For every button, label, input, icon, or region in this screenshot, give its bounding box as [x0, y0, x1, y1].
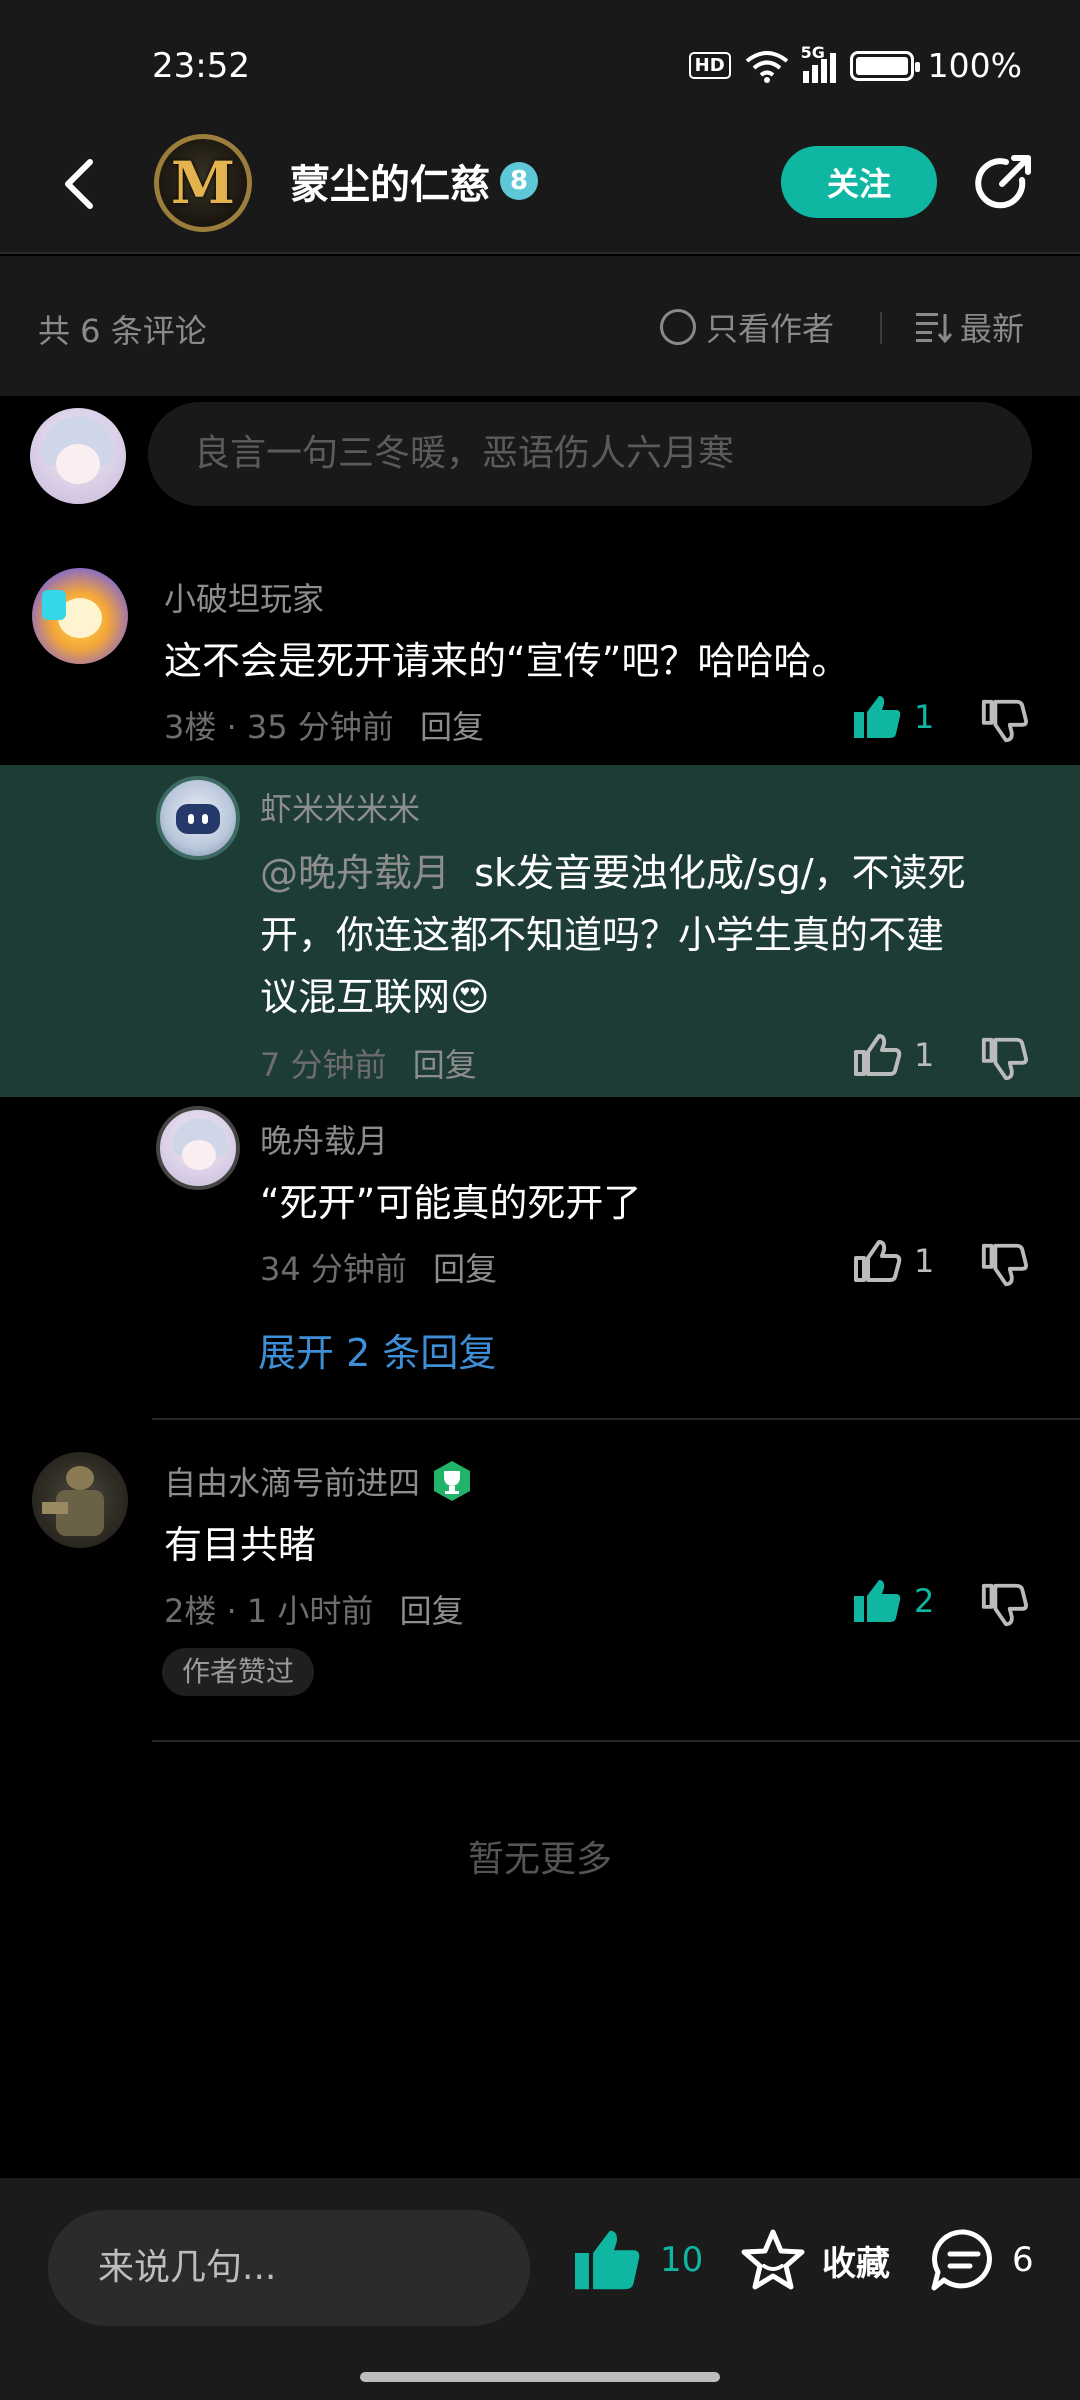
comment-text: 这不会是死开请来的“宣传”吧？哈哈哈。	[164, 639, 850, 683]
expand-replies-link[interactable]: 展开 2 条回复	[258, 1322, 496, 1377]
mention-link[interactable]: @晚舟载月	[260, 851, 450, 895]
reply-button[interactable]: 回复	[433, 1250, 497, 1288]
radio-icon	[660, 309, 696, 345]
commenter-avatar[interactable]	[32, 1452, 128, 1548]
battery-icon	[849, 50, 920, 81]
trophy-badge-icon	[434, 1461, 471, 1501]
follow-button[interactable]: 关注	[781, 146, 937, 218]
level-badge: 8	[500, 162, 538, 200]
author-avatar[interactable]: M	[154, 134, 252, 232]
reply-button[interactable]: 回复	[413, 1046, 477, 1084]
like-button[interactable]: 1	[852, 1032, 934, 1078]
favorite-button[interactable]: 收藏	[740, 2228, 890, 2292]
only-author-label: 只看作者	[706, 310, 835, 348]
commenter-avatar[interactable]	[32, 568, 128, 664]
like-count: 1	[914, 1242, 935, 1280]
like-count: 1	[914, 1036, 935, 1074]
emoji: 😍	[450, 975, 490, 1019]
post-like-count: 10	[660, 2240, 704, 2280]
thumbs-up-icon	[575, 2230, 640, 2290]
like-count: 1	[914, 698, 935, 736]
sort-label: 最新	[960, 310, 1025, 348]
floor-number: 3楼	[164, 708, 217, 746]
hd-icon: HD	[688, 52, 731, 79]
back-arrow-icon[interactable]	[52, 154, 112, 214]
like-button[interactable]: 2	[852, 1578, 934, 1624]
thumbs-up-icon	[854, 1034, 902, 1076]
no-more-text: 暂无更多	[467, 1839, 612, 1880]
share-icon[interactable]	[970, 150, 1036, 216]
comment-divider	[152, 1740, 1080, 1742]
comment-time: 35 分钟前	[246, 708, 394, 746]
thumbs-down-icon[interactable]	[980, 1240, 1028, 1288]
battery-level: 100%	[927, 46, 1022, 85]
like-count: 2	[914, 1582, 935, 1620]
status-bar: 23:52 HD 5G 100%	[0, 0, 1080, 130]
signal-icon: 5G	[801, 43, 836, 83]
comment-meta: 2楼 · 1 小时前 回复	[164, 1592, 464, 1630]
author-name-group[interactable]: 蒙尘的仁慈 8	[290, 152, 538, 210]
reply-text-line-2: 开，你连这都不知道吗？小学生真的不建	[260, 913, 945, 957]
wifi-icon	[745, 50, 788, 83]
comment-meta: 3楼 · 35 分钟前 回复	[164, 708, 484, 746]
home-indicator[interactable]	[360, 2372, 720, 2382]
comment-text: @晚舟载月 sk发音要浊化成/sg/，不读死 开，你连这都不知道吗？小学生真的不…	[260, 842, 1060, 1028]
comments-count: 6	[1012, 2240, 1034, 2280]
star-icon	[741, 2229, 805, 2290]
reply-button[interactable]: 回复	[420, 708, 484, 746]
post-like-button[interactable]: 10	[572, 2228, 703, 2292]
thumbs-up-icon	[854, 1240, 902, 1282]
comment-text: “死开”可能真的死开了	[260, 1181, 642, 1225]
comment-meta: 7 分钟前 回复	[260, 1040, 477, 1086]
comment-text: 有目共睹	[164, 1523, 317, 1567]
comment-divider	[152, 1418, 1080, 1420]
reply-input[interactable]: 来说几句...	[48, 2210, 530, 2326]
comment-count: 共 6 条评论	[38, 312, 207, 350]
comment-author-group[interactable]: 自由水滴号前进四	[164, 1458, 474, 1504]
only-author-toggle[interactable]: 只看作者	[660, 304, 834, 350]
comment-author[interactable]: 晚舟载月	[260, 1116, 388, 1162]
avatar-letter: M	[170, 149, 236, 217]
like-button[interactable]: 1	[852, 694, 934, 740]
thumbs-up-icon	[854, 1580, 901, 1622]
comment-author[interactable]: 虾米米米米	[260, 784, 420, 830]
reply-text-line-3: 议混互联网	[260, 975, 451, 1019]
comment-time: 1 小时前	[246, 1592, 374, 1630]
thumbs-down-icon[interactable]	[980, 1034, 1028, 1082]
sort-button[interactable]: 最新	[914, 304, 1024, 350]
commenter-avatar[interactable]	[156, 1106, 240, 1190]
my-avatar	[30, 408, 126, 504]
comment-time: 34 分钟前	[260, 1250, 407, 1288]
status-icons: HD 5G 100%	[688, 43, 1022, 85]
top-nav-bar: M 蒙尘的仁慈 8 关注	[0, 130, 1080, 254]
network-type: 5G	[800, 42, 825, 62]
favorite-label: 收藏	[822, 2243, 890, 2284]
thumbs-up-icon	[854, 696, 901, 738]
reply-text-line-1: sk发音要浊化成/sg/，不读死	[474, 851, 966, 895]
bottom-action-bar: 来说几句... 10 收藏 6	[0, 2178, 1080, 2400]
comment-filter-bar: 共 6 条评论 只看作者 最新	[0, 256, 1080, 396]
floor-number: 2楼	[164, 1592, 217, 1630]
commenter-avatar[interactable]	[156, 776, 240, 860]
thumbs-down-icon[interactable]	[980, 1580, 1028, 1628]
comment-meta: 34 分钟前 回复	[260, 1244, 497, 1290]
comment-input-row: 良言一句三冬暖，恶语伤人六月寒	[0, 398, 1080, 510]
author-name: 蒙尘的仁慈	[290, 162, 490, 208]
comment-author: 自由水滴号前进四	[164, 1464, 421, 1502]
sort-icon	[916, 313, 952, 344]
like-button[interactable]: 1	[852, 1238, 934, 1284]
comment-time: 7 分钟前	[260, 1046, 387, 1084]
comment-bubble-icon	[931, 2229, 992, 2291]
filter-divider	[880, 312, 882, 344]
reply-button[interactable]: 回复	[400, 1592, 464, 1630]
comments-button[interactable]: 6	[930, 2228, 1034, 2292]
thumbs-down-icon[interactable]	[980, 696, 1028, 744]
comment-input[interactable]: 良言一句三冬暖，恶语伤人六月寒	[148, 402, 1032, 506]
clock: 23:52	[152, 46, 250, 86]
author-liked-badge: 作者赞过	[162, 1648, 315, 1696]
comment-author[interactable]: 小破坦玩家	[164, 574, 324, 620]
